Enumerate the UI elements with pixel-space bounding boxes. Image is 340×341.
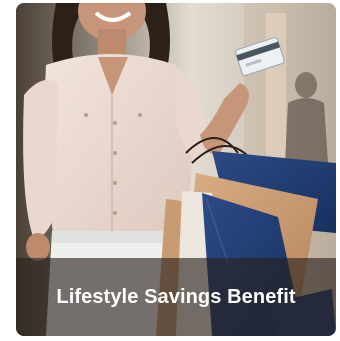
lifestyle-savings-card[interactable]: Lifestyle Savings Benefit bbox=[16, 3, 336, 336]
caption-bar: Lifestyle Savings Benefit bbox=[16, 258, 336, 336]
card-title: Lifestyle Savings Benefit bbox=[56, 285, 296, 308]
